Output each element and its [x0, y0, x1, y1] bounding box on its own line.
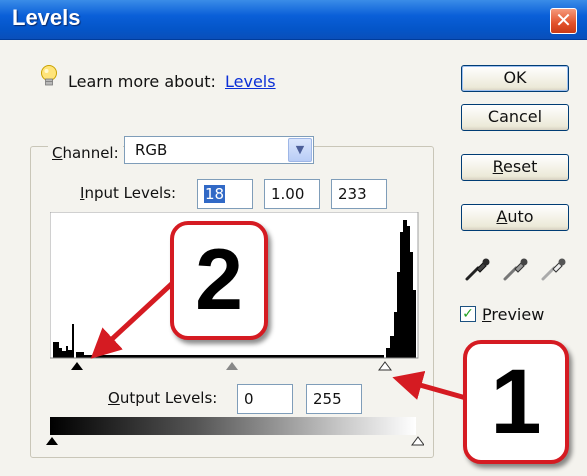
arrow-1 — [392, 370, 467, 401]
arrow-2 — [90, 276, 180, 359]
callout-1: 1 — [463, 340, 569, 464]
callout-2: 2 — [170, 221, 268, 340]
